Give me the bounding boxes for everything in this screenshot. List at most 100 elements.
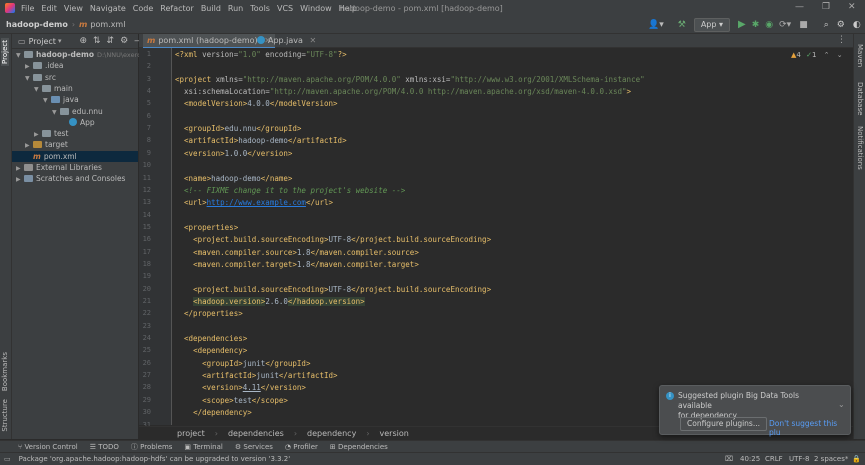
run-icon[interactable]: ▶: [738, 19, 746, 30]
close-tab-icon[interactable]: ✕: [309, 36, 316, 45]
line-separator[interactable]: CRLF: [765, 455, 783, 463]
code-line[interactable]: </dependency>: [175, 408, 252, 417]
chevron-right-icon[interactable]: ▶: [16, 174, 24, 185]
stop-icon[interactable]: ■: [799, 20, 808, 30]
project-panel-title[interactable]: Project: [29, 37, 56, 46]
code-line[interactable]: <dependencies>: [175, 334, 247, 343]
menu-view[interactable]: View: [64, 4, 83, 13]
code-line[interactable]: <project xmlns="http://maven.apache.org/…: [175, 75, 645, 84]
expand-all-icon[interactable]: ⇵: [107, 36, 115, 46]
menu-navigate[interactable]: Navigate: [90, 4, 126, 13]
tree-item-java[interactable]: ▼ java: [12, 94, 138, 105]
tree-item-test[interactable]: ▶ test: [12, 128, 138, 139]
notifications-tool-tab[interactable]: Notifications: [856, 126, 864, 170]
cursor-position[interactable]: 40:25: [740, 455, 760, 463]
tree-item-pom-xml[interactable]: m pom.xml: [12, 150, 138, 162]
menu-code[interactable]: Code: [133, 4, 153, 13]
code-line[interactable]: <maven.compiler.target>1.8</maven.compil…: [175, 260, 419, 269]
debug-icon[interactable]: ✱: [752, 20, 760, 30]
nav-project[interactable]: hadoop-demo: [6, 20, 68, 29]
menu-window[interactable]: Window: [300, 4, 332, 13]
code-line[interactable]: <artifactId>junit</artifactId>: [175, 371, 337, 380]
close-window-icon[interactable]: ✕: [848, 2, 856, 12]
tree-item-target[interactable]: ▶ target: [12, 139, 138, 150]
status-panel-icon[interactable]: ▭: [4, 455, 11, 463]
breadcrumb-version[interactable]: version: [380, 429, 409, 438]
chevron-up-icon[interactable]: ⌃: [824, 51, 830, 59]
database-tool-tab[interactable]: Database: [856, 82, 864, 115]
menu-run[interactable]: Run: [228, 4, 243, 13]
indent-setting[interactable]: 2 spaces*: [814, 455, 848, 463]
tree-item-external-libraries[interactable]: ▶ External Libraries: [12, 162, 138, 173]
configure-plugins-button[interactable]: Configure plugins...: [680, 417, 767, 431]
settings-gear-icon[interactable]: ⚙: [120, 36, 128, 46]
breadcrumb-project[interactable]: project: [177, 429, 205, 438]
structure-tool-tab[interactable]: Structure: [1, 399, 9, 432]
code-line[interactable]: <!-- FIXME change it to the project's we…: [175, 186, 405, 195]
problems-tab[interactable]: ⓘ Problems: [131, 442, 173, 452]
menu-vcs[interactable]: VCS: [277, 4, 293, 13]
code-line[interactable]: <groupId>junit</groupId>: [175, 359, 310, 368]
code-line[interactable]: <?xml version="1.0" encoding="UTF-8"?>: [175, 50, 347, 59]
code-line[interactable]: <groupId>edu.nnu</groupId>: [175, 124, 301, 133]
tree-item--idea[interactable]: ▶ .idea: [12, 60, 138, 71]
tree-item-app[interactable]: App: [12, 117, 138, 128]
settings-gear-icon[interactable]: ⚙: [837, 20, 845, 30]
project-tool-tab[interactable]: Project: [1, 38, 9, 66]
code-editor[interactable]: 1 2 3 4 5 6 7 8 9 10 11 12 13 14 15 16 17 18 19 20 21 22 23 24 2…: [139, 48, 853, 429]
tree-item-hadoop-demo[interactable]: ▼ hadoop-demo D:\NNU\exerci: [12, 49, 142, 60]
maximize-icon[interactable]: ❐: [822, 2, 830, 12]
menu-edit[interactable]: Edit: [41, 4, 57, 13]
breadcrumb-dependencies[interactable]: dependencies: [228, 429, 284, 438]
chevron-down-icon[interactable]: ⌄: [837, 51, 843, 59]
chevron-down-icon[interactable]: ⌄: [838, 400, 845, 409]
version-control-tab[interactable]: ⑂ Version Control: [18, 443, 78, 451]
code-line[interactable]: <url>http://www.example.com</url>: [175, 198, 333, 207]
code-line[interactable]: </properties>: [175, 309, 243, 318]
tree-item-src[interactable]: ▼ src: [12, 72, 138, 83]
file-encoding[interactable]: UTF-8: [789, 455, 809, 463]
menu-refactor[interactable]: Refactor: [160, 4, 194, 13]
menu-file[interactable]: File: [21, 4, 34, 13]
code-line[interactable]: <project.build.sourceEncoding>UTF-8</pro…: [175, 235, 491, 244]
inspection-widget[interactable]: ▲4 ✓1 ⌃ ⌄: [791, 51, 843, 59]
menu-tools[interactable]: Tools: [250, 4, 270, 13]
code-line[interactable]: <properties>: [175, 223, 238, 232]
lock-icon[interactable]: 🔒: [852, 455, 861, 463]
tree-item-scratches-and-consoles[interactable]: ▶ Scratches and Consoles: [12, 173, 138, 184]
run-config-select[interactable]: App ▾: [693, 17, 731, 32]
code-line[interactable]: <version>4.11</version>: [175, 383, 306, 392]
profile-icon[interactable]: ⟳▾: [779, 20, 791, 30]
build-hammer-icon[interactable]: ⚒: [678, 20, 686, 30]
code-line[interactable]: <dependency>: [175, 346, 247, 355]
tab-app-java[interactable]: App.java ✕: [253, 34, 320, 47]
code-line[interactable]: xsi:schemaLocation="http://maven.apache.…: [175, 87, 631, 96]
code-line[interactable]: <name>hadoop-demo</name>: [175, 174, 292, 183]
locate-file-icon[interactable]: ⊕: [79, 36, 87, 46]
code-line[interactable]: <maven.compiler.source>1.8</maven.compil…: [175, 248, 419, 257]
user-icon[interactable]: 👤▾: [648, 20, 664, 30]
maven-tool-tab[interactable]: Maven: [856, 44, 864, 67]
collapse-all-icon[interactable]: ⇅: [93, 36, 101, 46]
code-line[interactable]: <version>1.0.0</version>: [175, 149, 292, 158]
background-tasks-icon[interactable]: ⌧: [725, 455, 733, 463]
coverage-icon[interactable]: ◉: [765, 20, 773, 30]
breadcrumb-dependency[interactable]: dependency: [307, 429, 356, 438]
code-line[interactable]: <modelVersion>4.0.0</modelVersion>: [175, 99, 338, 108]
status-message[interactable]: Package 'org.apache.hadoop:hadoop-hdfs' …: [19, 455, 291, 463]
dependencies-tab[interactable]: ⊞ Dependencies: [330, 443, 388, 451]
code-line[interactable]: <artifactId>hadoop-demo</artifactId>: [175, 136, 347, 145]
dont-suggest-link[interactable]: Don't suggest this plu: [769, 419, 850, 437]
minimize-icon[interactable]: —: [795, 2, 804, 12]
more-tabs-icon[interactable]: ⋮: [837, 35, 846, 45]
ide-update-icon[interactable]: ◐: [853, 20, 861, 30]
todo-tab[interactable]: ☰ TODO: [90, 443, 119, 451]
menu-build[interactable]: Build: [201, 4, 221, 13]
bookmarks-tool-tab[interactable]: Bookmarks: [1, 352, 9, 391]
nav-file[interactable]: pom.xml: [90, 20, 125, 29]
terminal-tab[interactable]: ▣ Terminal: [184, 443, 222, 451]
chevron-down-icon[interactable]: ▾: [58, 37, 62, 45]
search-icon[interactable]: ⌕: [824, 20, 829, 30]
code-line[interactable]: <scope>test</scope>: [175, 396, 288, 405]
code-line[interactable]: <hadoop.version>2.6.0</hadoop.version>: [175, 297, 365, 306]
